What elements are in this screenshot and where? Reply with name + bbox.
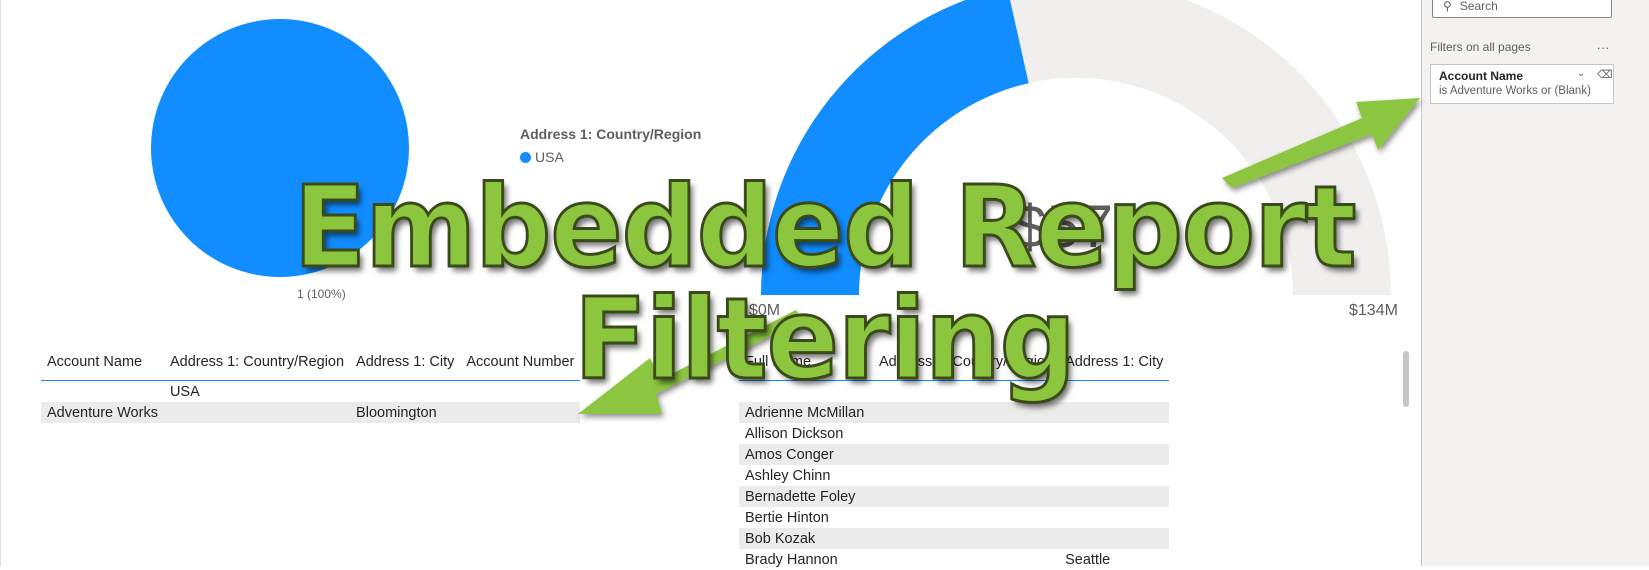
filter-card-account-name[interactable]: Account Name is Adventure Works or (Blan… <box>1430 64 1614 104</box>
table-cell <box>873 465 1059 486</box>
table-cell: Bob Kozak <box>739 528 873 549</box>
legend-title: Address 1: Country/Region <box>520 126 702 142</box>
table-cell <box>873 486 1060 507</box>
more-options-button[interactable]: ... <box>1597 38 1610 52</box>
table-cell <box>873 444 1060 465</box>
table-row[interactable]: Adrienne McMillan <box>739 402 1170 423</box>
table-cell <box>873 528 1060 549</box>
table-cell: Brady Hannon <box>745 551 838 568</box>
table-row[interactable]: Bernadette Foley <box>739 486 1170 507</box>
table-cell <box>873 507 1059 528</box>
table-row[interactable]: Ashley Chinn <box>739 465 1169 486</box>
table-cell: Bernadette Foley <box>739 486 873 507</box>
table-row[interactable]: Bertie Hinton <box>739 507 1169 528</box>
table-row[interactable]: Adventure Works Bloomington <box>41 402 581 423</box>
search-icon: ⚲ <box>1443 0 1452 13</box>
table-cell <box>1059 507 1169 528</box>
search-placeholder: Search <box>1459 0 1498 13</box>
table-cell <box>1059 465 1169 486</box>
clear-filter-icon[interactable]: ⌫ <box>1597 68 1613 81</box>
table-row[interactable]: Allison Dickson <box>739 423 1169 444</box>
table-row[interactable]: Bob Kozak <box>739 528 1170 549</box>
table-cell: Bertie Hinton <box>745 509 829 526</box>
table-cell: Bloomington <box>350 402 461 423</box>
table-cell: Seattle <box>1065 551 1111 568</box>
table-cell <box>163 402 351 423</box>
filter-search-input[interactable]: ⚲ Search <box>1432 0 1612 18</box>
table-cell: Ashley Chinn <box>745 467 831 484</box>
table-cell <box>1059 528 1170 549</box>
table-cell: Allison Dickson <box>745 425 844 442</box>
filters-section-label: Filters on all pages <box>1430 40 1531 54</box>
overlay-title: Embedded Report Filtering <box>292 163 1358 405</box>
table-cell <box>1059 486 1170 507</box>
table-cell <box>460 402 581 423</box>
legend-dot-icon <box>520 151 531 163</box>
table-cell <box>873 549 1059 570</box>
table-cell: Amos Conger <box>739 444 873 465</box>
filter-card-description: is Adventure Works or (Blank) <box>1439 85 1591 97</box>
chevron-down-icon[interactable]: ⌄ <box>1577 68 1585 79</box>
table-cell: Adrienne McMillan <box>739 402 873 423</box>
table-row[interactable]: Amos Conger <box>739 444 1170 465</box>
table-cell <box>873 402 1060 423</box>
table-row[interactable]: Brady Hannon Seattle <box>739 549 1169 570</box>
table-cell <box>1059 402 1170 423</box>
table-cell <box>1059 444 1170 465</box>
table-cell <box>873 423 1059 444</box>
table-cell: Adventure Works <box>41 402 164 423</box>
table-cell <box>1059 423 1169 444</box>
